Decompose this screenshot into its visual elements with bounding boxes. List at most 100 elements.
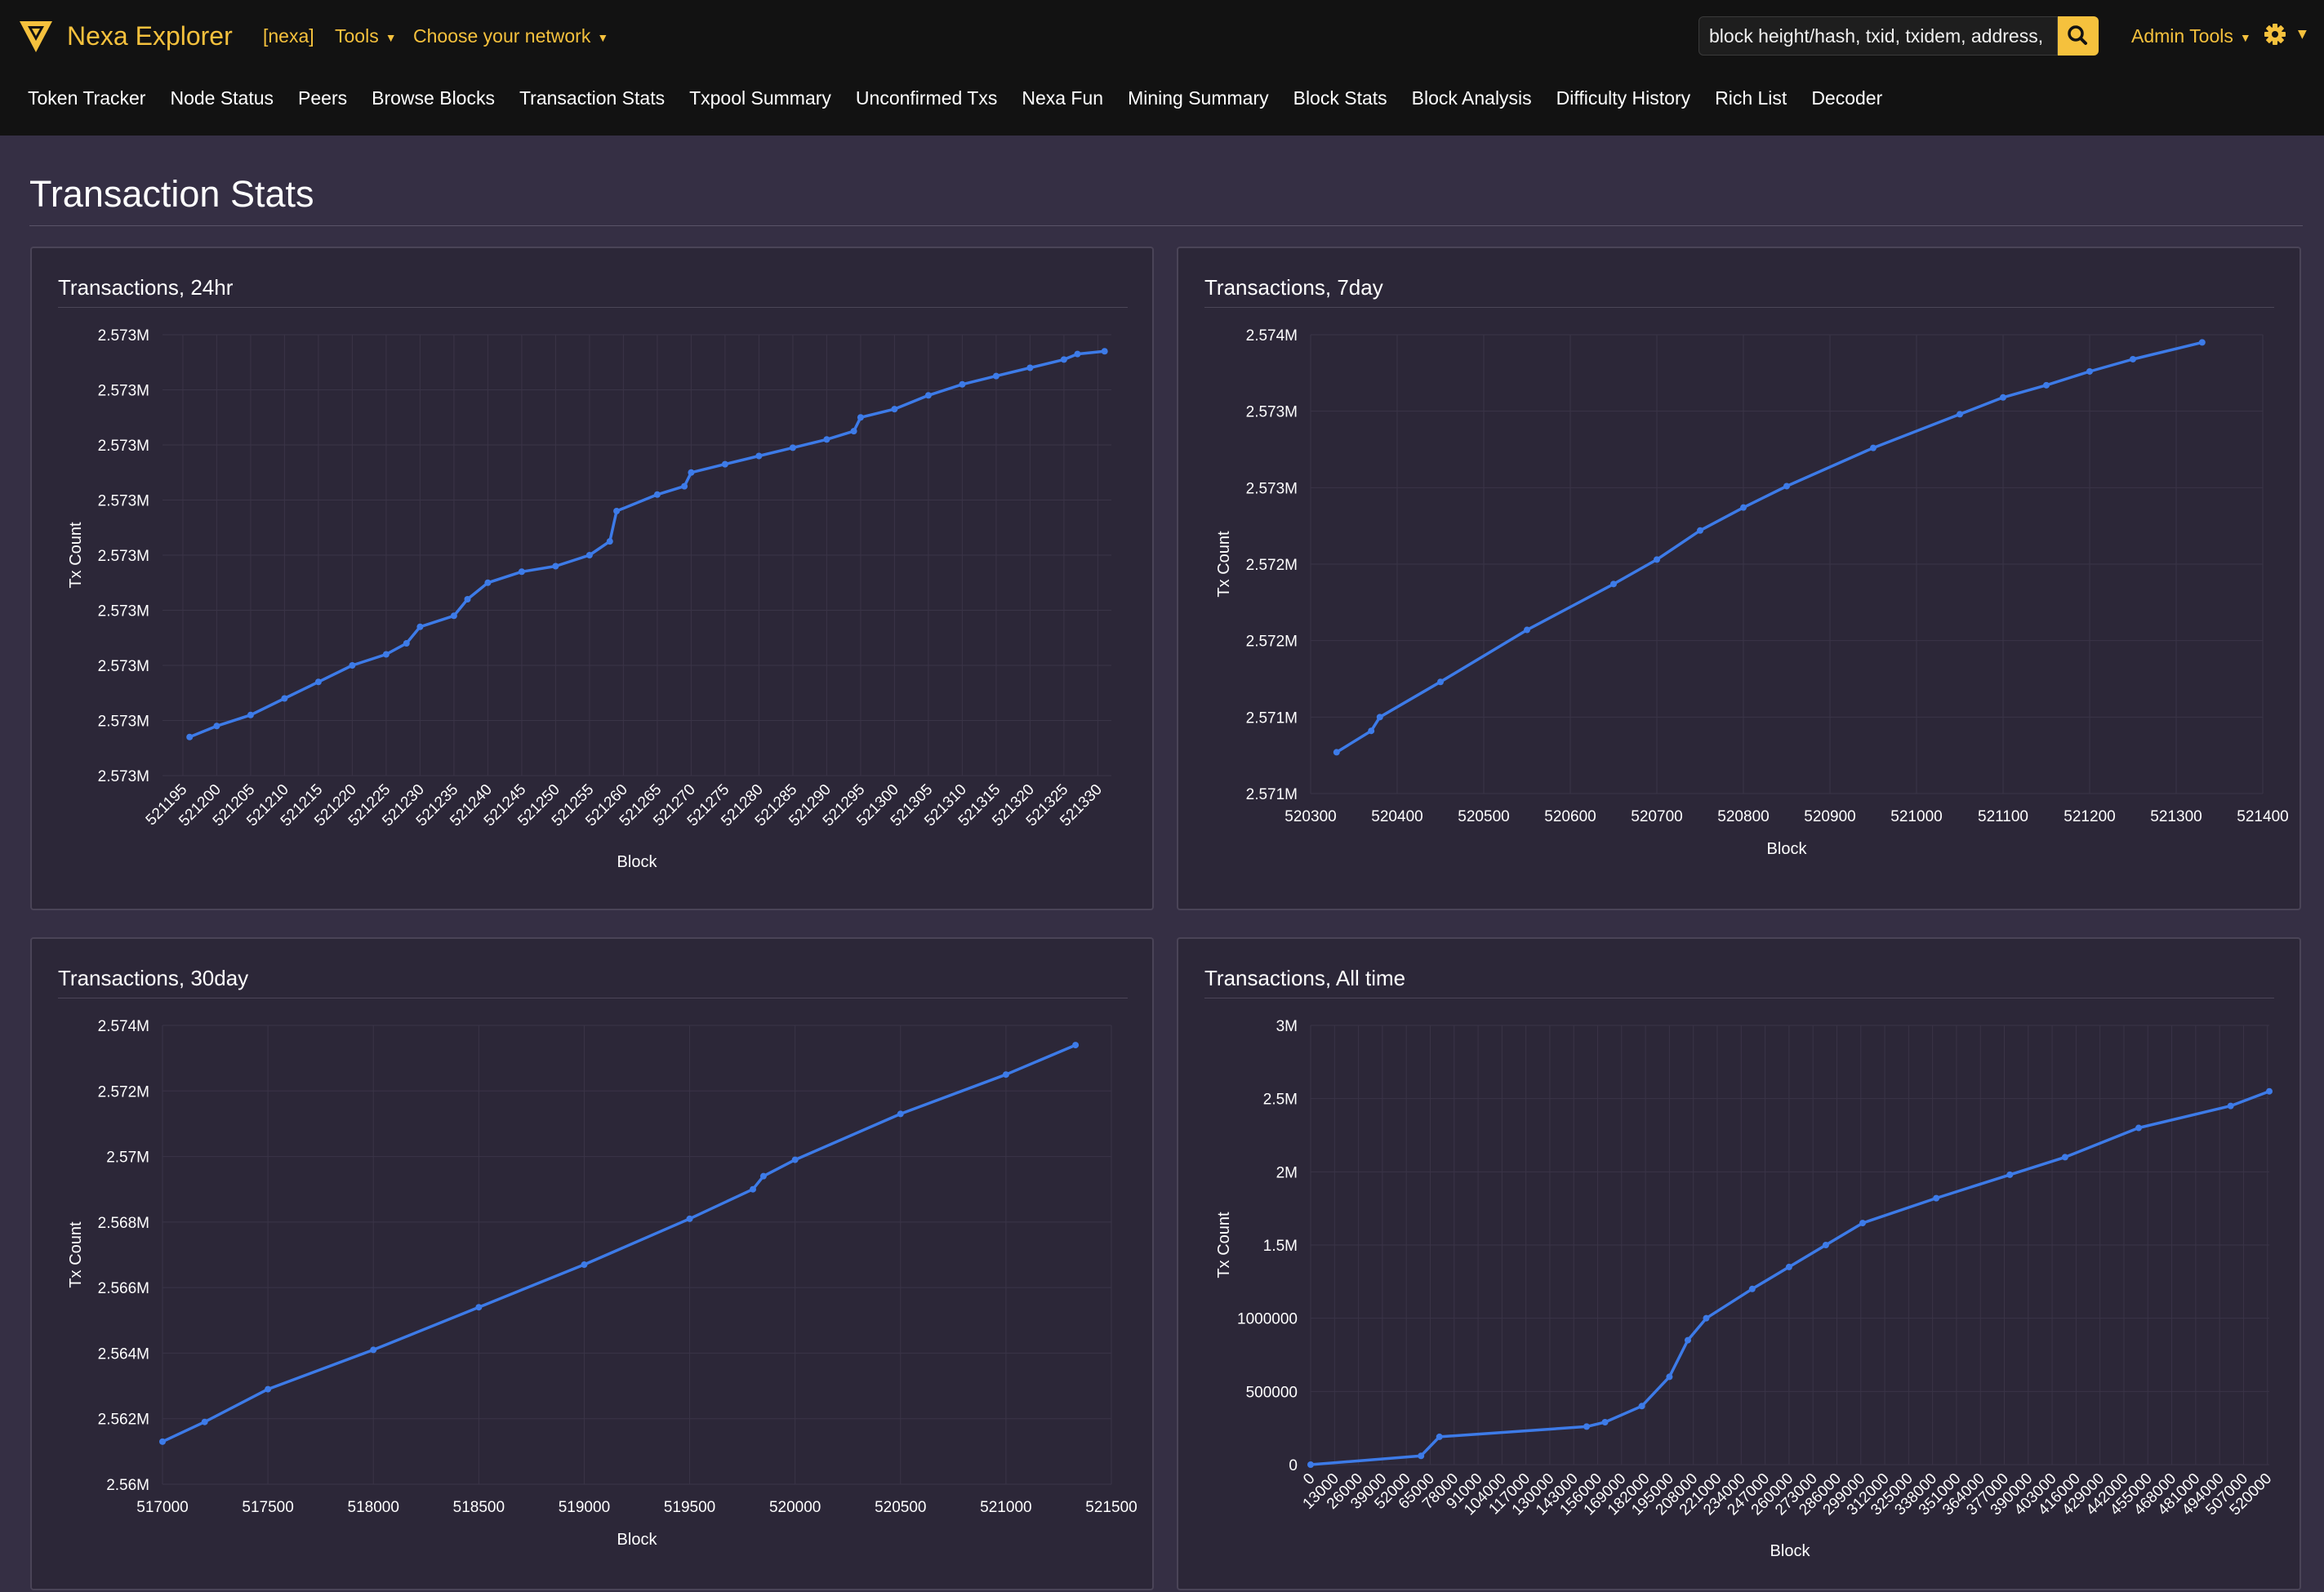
data-point bbox=[653, 491, 661, 498]
data-point bbox=[1368, 727, 1375, 735]
data-point bbox=[281, 695, 288, 702]
data-point bbox=[1870, 444, 1877, 451]
chart-30day: 517000 517500 518000 518500 519000 519500 5200… bbox=[67, 1018, 1138, 1549]
data-point bbox=[850, 428, 857, 435]
nav-item-node-status[interactable]: Node Status bbox=[170, 85, 274, 111]
data-point bbox=[1684, 1336, 1691, 1344]
data-point bbox=[791, 1156, 799, 1163]
nav-item-token-tracker[interactable]: Token Tracker bbox=[28, 85, 145, 111]
data-point bbox=[265, 1385, 272, 1393]
nexa-logo-icon[interactable] bbox=[16, 16, 56, 56]
y-tick-label: 2.564M bbox=[98, 1345, 149, 1363]
nav-item-block-stats[interactable]: Block Stats bbox=[1293, 85, 1387, 111]
x-tick-label: 520000 bbox=[769, 1499, 821, 1516]
brand-name[interactable]: Nexa Explorer bbox=[67, 18, 233, 54]
tools-label: Tools bbox=[335, 25, 379, 47]
y-tick-label: 2.571M bbox=[1246, 786, 1298, 803]
data-point bbox=[450, 612, 457, 620]
data-point bbox=[2266, 1087, 2273, 1095]
search-button[interactable] bbox=[2058, 16, 2099, 56]
data-point bbox=[1601, 1418, 1609, 1425]
x-tick-label: 520800 bbox=[1717, 808, 1769, 825]
caret-down-icon: ▼ bbox=[597, 30, 609, 44]
y-axis-label: Tx Count bbox=[1215, 1212, 1233, 1278]
x-tick-label: 520500 bbox=[1458, 808, 1509, 825]
nav-item-nexa-fun[interactable]: Nexa Fun bbox=[1022, 85, 1103, 111]
y-tick-label: 2.573M bbox=[98, 658, 149, 675]
nav-item-rich-list[interactable]: Rich List bbox=[1715, 85, 1787, 111]
title-divider bbox=[29, 225, 2303, 226]
y-tick-label: 2.573M bbox=[98, 438, 149, 455]
y-tick-label: 1000000 bbox=[1237, 1311, 1298, 1328]
nav-item-decoder[interactable]: Decoder bbox=[1811, 85, 1882, 111]
y-tick-label: 2.573M bbox=[98, 714, 149, 731]
data-point bbox=[606, 538, 613, 545]
data-point bbox=[2061, 1154, 2068, 1161]
admin-tools-dropdown[interactable]: Admin Tools ▼ bbox=[2131, 23, 2251, 51]
y-tick-label: 2.573M bbox=[98, 768, 149, 785]
x-tick-label: 521000 bbox=[980, 1499, 1031, 1516]
data-point bbox=[2130, 355, 2136, 362]
x-tick-label: 520300 bbox=[1284, 808, 1336, 825]
chart-card-7day: Transactions, 7day 520300 520400 520500 520… bbox=[1177, 247, 2301, 910]
nav-item-peers[interactable]: Peers bbox=[298, 85, 347, 111]
data-point bbox=[247, 711, 254, 718]
data-point bbox=[1610, 580, 1617, 588]
nav-item-mining-summary[interactable]: Mining Summary bbox=[1128, 85, 1269, 111]
y-tick-label: 2.566M bbox=[98, 1280, 149, 1297]
y-tick-label: 2.573M bbox=[98, 548, 149, 565]
data-point bbox=[403, 640, 410, 647]
y-tick-label: 2.573M bbox=[1246, 404, 1298, 421]
data-point bbox=[1101, 348, 1108, 355]
x-tick-label: 521300 bbox=[2150, 808, 2202, 825]
data-point bbox=[484, 579, 492, 586]
data-point bbox=[1436, 1433, 1443, 1440]
search-input[interactable] bbox=[1698, 16, 2058, 56]
data-point bbox=[924, 392, 932, 399]
nav-item-block-analysis[interactable]: Block Analysis bbox=[1412, 85, 1532, 111]
data-point bbox=[992, 372, 999, 380]
nav-item-transaction-stats[interactable]: Transaction Stats bbox=[519, 85, 665, 111]
y-tick-label: 2.573M bbox=[98, 493, 149, 510]
caret-down-icon: ▼ bbox=[2298, 28, 2307, 41]
y-tick-label: 3M bbox=[1276, 1018, 1298, 1035]
y-tick-label: 2M bbox=[1276, 1164, 1298, 1181]
data-point bbox=[1002, 1071, 1009, 1078]
y-tick-label: 2.574M bbox=[1246, 327, 1298, 345]
x-tick-label: 521200 bbox=[2064, 808, 2115, 825]
data-point bbox=[1437, 678, 1444, 686]
data-point bbox=[1026, 364, 1034, 371]
nav-item-difficulty-history[interactable]: Difficulty History bbox=[1556, 85, 1690, 111]
chart-card-30day: Transactions, 30day 517000 517500 518000 51… bbox=[30, 937, 1154, 1590]
y-axis-label: Tx Count bbox=[1215, 531, 1233, 598]
x-tick-label: 518500 bbox=[453, 1499, 505, 1516]
data-point bbox=[464, 596, 471, 603]
data-point bbox=[1933, 1194, 1940, 1202]
gear-icon[interactable] bbox=[2264, 23, 2286, 46]
data-point bbox=[581, 1261, 588, 1269]
y-tick-label: 2.5M bbox=[1263, 1092, 1298, 1109]
data-point bbox=[1703, 1314, 1710, 1322]
data-point bbox=[1822, 1242, 1829, 1248]
x-tick-label: 517000 bbox=[136, 1499, 188, 1516]
x-tick-label: 521400 bbox=[2237, 808, 2288, 825]
y-tick-label: 1.5M bbox=[1263, 1238, 1298, 1255]
network-label: Choose your network bbox=[413, 25, 591, 47]
data-point bbox=[750, 1185, 757, 1193]
y-tick-label: 500000 bbox=[1246, 1384, 1298, 1401]
nav-item-txpool-summary[interactable]: Txpool Summary bbox=[689, 85, 831, 111]
y-tick-label: 2.573M bbox=[98, 603, 149, 620]
nav-item-browse-blocks[interactable]: Browse Blocks bbox=[372, 85, 495, 111]
y-tick-label: 2.56M bbox=[106, 1477, 149, 1494]
y-tick-label: 2.568M bbox=[98, 1215, 149, 1232]
search-icon bbox=[2068, 25, 2087, 45]
x-tick-label: 520700 bbox=[1631, 808, 1682, 825]
data-point bbox=[382, 651, 390, 658]
network-dropdown[interactable]: Choose your network ▼ bbox=[413, 23, 608, 51]
nav-item-unconfirmed-txs[interactable]: Unconfirmed Txs bbox=[856, 85, 997, 111]
data-point bbox=[1418, 1452, 1425, 1460]
tools-dropdown[interactable]: Tools ▼ bbox=[335, 23, 397, 51]
caret-down-icon: ▼ bbox=[2239, 30, 2251, 44]
caret-down-icon: ▼ bbox=[385, 30, 397, 44]
data-point bbox=[2227, 1102, 2234, 1110]
